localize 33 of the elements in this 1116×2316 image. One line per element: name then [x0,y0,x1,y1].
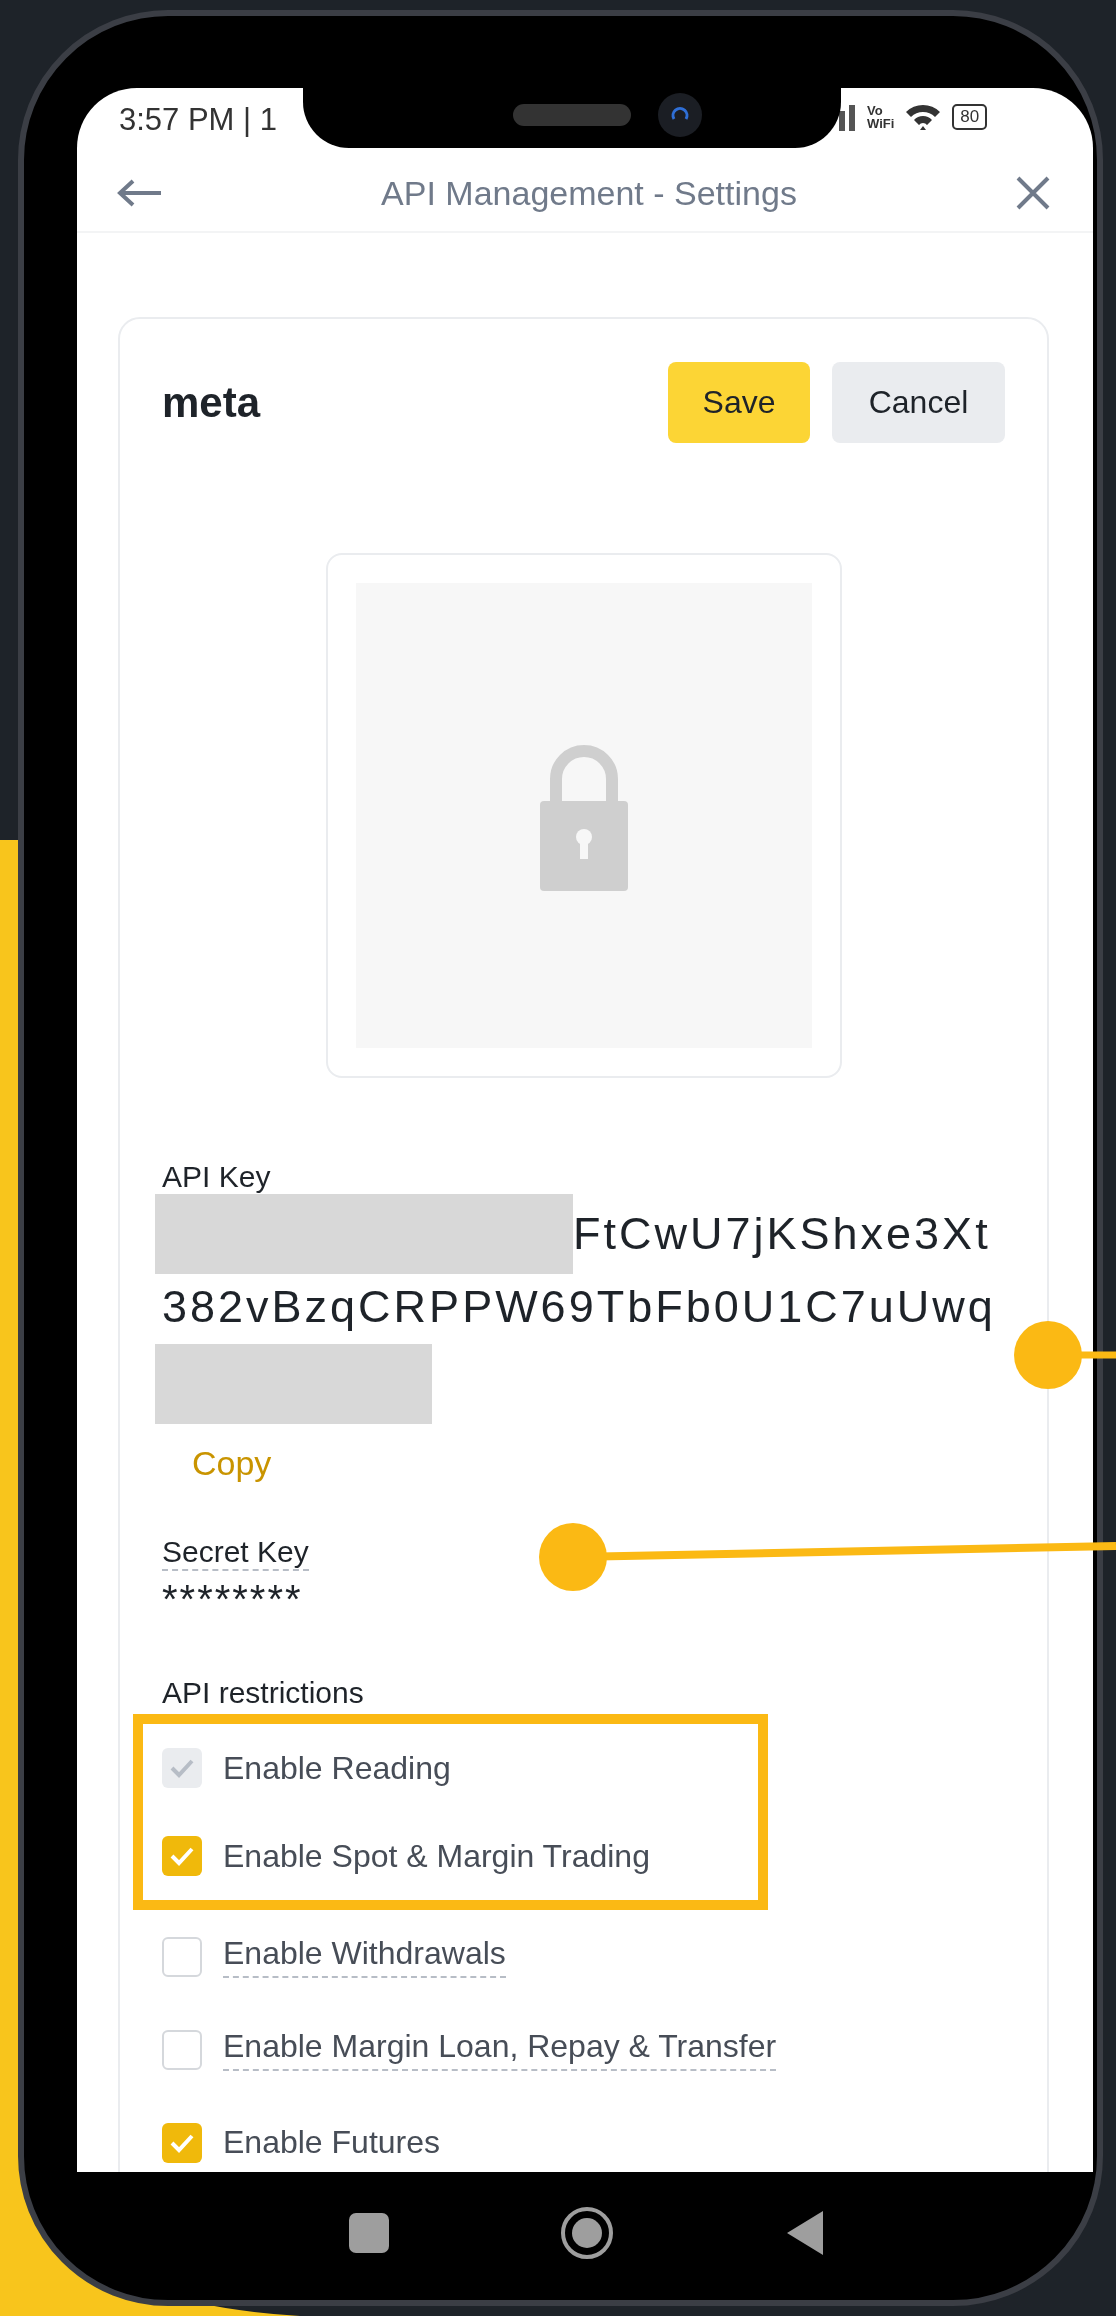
api-key-text: FtCwU7jKShxe3Xt [573,1208,991,1260]
secret-key-value: ******** [162,1577,304,1622]
screen-title: API Management - Settings [381,173,797,213]
key-name: meta [162,378,262,427]
field-label: Secret Key [162,1535,309,1571]
back-arrow-icon[interactable] [117,178,163,208]
checkmark-icon [169,1758,195,1778]
cancel-button[interactable]: Cancel [832,362,1005,443]
close-icon[interactable] [1015,175,1051,211]
checkbox-label: Enable Withdrawals [223,1935,506,1978]
checkbox[interactable] [162,2029,202,2070]
back-icon[interactable] [785,2209,825,2257]
wifi-icon [904,102,943,132]
network-label: Vo [867,104,884,117]
checkmark-icon [169,1846,195,1866]
checkmark-icon [169,2132,195,2153]
signal-icon [837,103,857,131]
checkbox-label: Enable Margin Loan, Repay & Transfer [223,2028,777,2071]
network-label: WiFi [867,117,895,130]
checkbox-label: Enable Reading [223,1749,451,1787]
camera-lens-icon [658,93,702,137]
field-label: API Key [162,1160,271,1194]
checkbox-label: Enable Spot & Margin Trading [223,1837,650,1875]
save-button[interactable]: Save [668,362,810,443]
checkbox[interactable] [162,2122,202,2163]
status-time: 3:57 PM | 1 [119,102,277,138]
checkbox-label: Enable Futures [223,2124,440,2161]
checkbox[interactable] [162,1936,202,1977]
api-key-text: 382vBzqCRPPW69TbFb0U1C7uUwq [162,1281,996,1333]
section-title: API restrictions [162,1676,365,1710]
battery-indicator: 80 [952,104,988,130]
home-icon[interactable] [559,2205,615,2261]
recent-apps-icon[interactable] [349,2213,389,2253]
